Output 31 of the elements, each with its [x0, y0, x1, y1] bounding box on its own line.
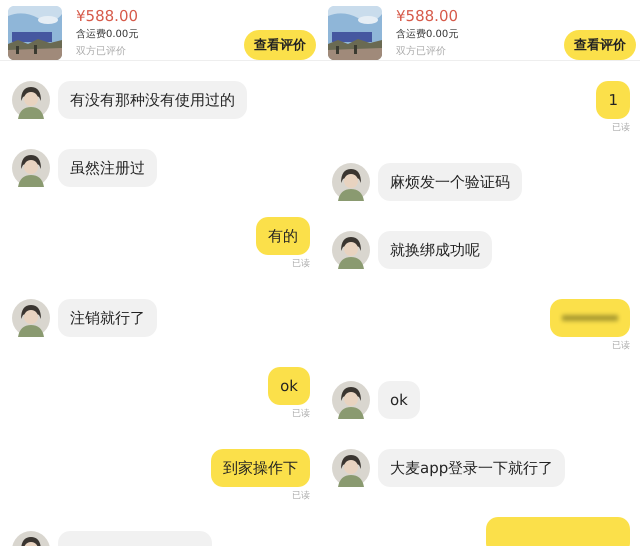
message-bubble: 麻烦发一个验证码	[378, 163, 522, 201]
message-bubble: 有没有那种没有使用过的	[58, 81, 247, 119]
avatar[interactable]	[12, 299, 50, 337]
read-receipt: 已读	[612, 123, 630, 133]
message-bubble: 大麦app登录一下就行了	[378, 449, 566, 487]
avatar[interactable]	[332, 449, 370, 487]
message-bubble: ok	[268, 367, 310, 405]
view-reviews-button[interactable]: 查看评价	[244, 30, 316, 60]
avatar[interactable]	[332, 231, 370, 269]
message-bubble: 注销就行了	[58, 299, 157, 337]
view-reviews-button[interactable]: 查看评价	[564, 30, 636, 60]
shipping-fee: 含运费0.00元	[396, 28, 460, 42]
message-bubble: 有的	[256, 217, 310, 255]
read-receipt: 已读	[292, 259, 310, 269]
read-receipt: 已读	[292, 409, 310, 419]
shipping-fee: 含运费0.00元	[76, 28, 140, 42]
message-bubble: 虽然注册过	[58, 149, 157, 187]
message-bubble: 1	[596, 81, 630, 119]
avatar[interactable]	[12, 149, 50, 187]
message-bubble: 就换绑成功呢	[378, 231, 492, 269]
review-status: 双方已评价	[76, 44, 127, 59]
review-status: 双方已评价	[396, 44, 447, 59]
avatar[interactable]	[332, 163, 370, 201]
read-receipt: 已读	[292, 491, 310, 501]
message-bubble: ok	[378, 381, 420, 419]
message-bubble: 到家操作下	[211, 449, 310, 487]
avatar[interactable]	[12, 81, 50, 119]
price: ¥588.00	[76, 6, 140, 26]
avatar[interactable]	[332, 381, 370, 419]
price: ¥588.00	[396, 6, 460, 26]
read-receipt: 已读	[612, 341, 630, 351]
